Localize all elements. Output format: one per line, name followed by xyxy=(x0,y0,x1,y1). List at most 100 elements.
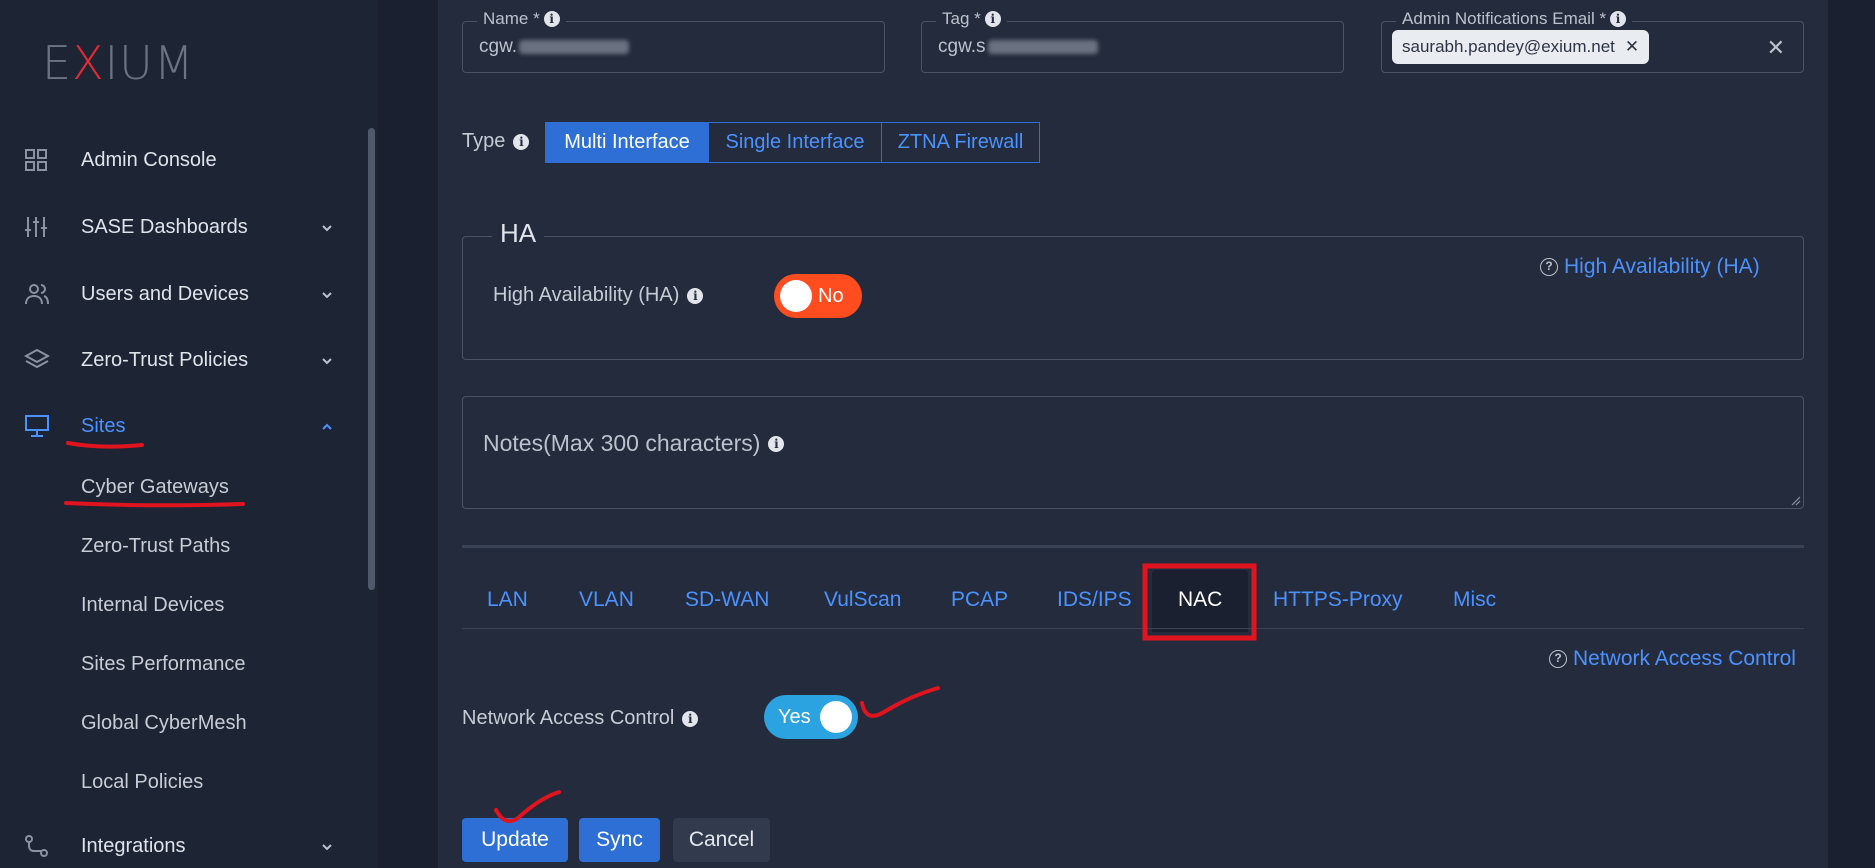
content-gutter-right xyxy=(1828,0,1875,868)
sidebar-item-label: Admin Console xyxy=(81,148,217,171)
chevron-down-icon xyxy=(322,844,332,851)
monitor-icon xyxy=(25,415,49,437)
logo-text-x: X xyxy=(72,36,105,90)
resize-handle-icon[interactable] xyxy=(1789,494,1801,506)
tag-field-label: Tag * i xyxy=(936,9,1007,29)
email-chip-text: saurabh.pandey@exium.net xyxy=(1402,37,1615,56)
name-field-label: Name * i xyxy=(477,9,566,29)
info-icon[interactable]: i xyxy=(513,133,530,150)
sidebar-subitem-sites-performance[interactable]: Sites Performance xyxy=(81,653,246,676)
toggle-knob xyxy=(820,701,852,733)
sidebar: EXIUM Admin Console SASE Dashboards User… xyxy=(0,0,378,868)
name-label-text: Name * xyxy=(483,9,540,28)
logo-text-e: E xyxy=(42,36,73,90)
name-value: cgw. xyxy=(479,36,630,58)
info-icon[interactable]: i xyxy=(984,11,1001,27)
tab-https-proxy[interactable]: HTTPS-Proxy xyxy=(1273,588,1403,612)
sidebar-subitem-cyber-gateways[interactable]: Cyber Gateways xyxy=(81,476,229,499)
users-icon xyxy=(25,284,49,305)
sidebar-item-integrations[interactable]: Integrations xyxy=(0,826,360,866)
info-icon[interactable]: i xyxy=(1610,11,1627,27)
tag-field[interactable]: Tag * i cgw.s xyxy=(921,9,1344,73)
type-label: Type i xyxy=(462,130,530,153)
tab-sd-wan[interactable]: SD-WAN xyxy=(685,588,769,612)
sidebar-subitem-internal-devices[interactable]: Internal Devices xyxy=(81,594,224,617)
chevron-down-icon xyxy=(322,292,332,299)
tab-vulscan[interactable]: VulScan xyxy=(824,588,901,612)
grid-icon xyxy=(25,149,47,171)
tab-vlan[interactable]: VLAN xyxy=(579,588,634,612)
notes-placeholder: Notes(Max 300 characters) i xyxy=(483,430,785,457)
help-circle-icon: ? xyxy=(1549,650,1567,668)
redacted-text xyxy=(519,39,630,54)
exium-logo[interactable]: EXIUM xyxy=(42,36,195,90)
tabs-underline xyxy=(462,628,1804,629)
clear-icon[interactable]: ✕ xyxy=(1767,35,1785,61)
nac-toggle[interactable]: Yes xyxy=(764,695,858,739)
sidebar-item-label: Users and Devices xyxy=(81,282,249,305)
ha-label-text: High Availability (HA) xyxy=(493,284,680,306)
sync-button[interactable]: Sync xyxy=(579,818,660,862)
chevron-up-icon xyxy=(322,423,332,430)
email-chip: saurabh.pandey@exium.net ✕ xyxy=(1392,30,1650,64)
sidebar-item-label: Zero-Trust Policies xyxy=(81,348,249,371)
tab-ids-ips[interactable]: IDS/IPS xyxy=(1057,588,1132,612)
content-gutter xyxy=(378,0,438,868)
ha-help-link[interactable]: ? High Availability (HA) xyxy=(1540,255,1760,279)
route-icon xyxy=(25,835,48,857)
ha-toggle[interactable]: No xyxy=(774,274,862,318)
info-icon[interactable]: i xyxy=(543,11,560,27)
nac-label-text: Network Access Control xyxy=(462,707,675,729)
nac-label: Network Access Control i xyxy=(462,707,699,730)
notes-textarea[interactable]: Notes(Max 300 characters) i xyxy=(462,396,1804,509)
sidebar-item-admin-console[interactable]: Admin Console xyxy=(0,140,360,180)
info-icon[interactable]: i xyxy=(682,710,699,727)
redacted-text xyxy=(987,39,1098,54)
sidebar-subitem-zero-trust-paths[interactable]: Zero-Trust Paths xyxy=(81,535,230,558)
sidebar-item-sase-dashboards[interactable]: SASE Dashboards xyxy=(0,207,360,247)
type-option-multi-interface[interactable]: Multi Interface xyxy=(545,122,709,163)
info-icon[interactable]: i xyxy=(768,435,785,452)
chevron-down-icon xyxy=(322,358,332,365)
section-divider xyxy=(462,545,1804,548)
nac-help-link[interactable]: ? Network Access Control xyxy=(1549,647,1796,671)
admin-email-field[interactable]: Admin Notifications Email * i saurabh.pa… xyxy=(1381,9,1804,73)
ha-help-link-text: High Availability (HA) xyxy=(1564,255,1760,278)
admin-email-field-label: Admin Notifications Email * i xyxy=(1396,9,1633,29)
nac-toggle-text: Yes xyxy=(778,706,811,728)
info-icon[interactable]: i xyxy=(687,287,704,304)
ha-toggle-text: No xyxy=(818,285,844,307)
name-value-text: cgw. xyxy=(479,36,518,57)
cancel-button[interactable]: Cancel xyxy=(673,818,770,862)
type-label-text: Type xyxy=(462,130,506,152)
ha-legend: HA xyxy=(492,218,545,249)
sidebar-item-zero-trust-policies[interactable]: Zero-Trust Policies xyxy=(0,340,360,380)
tab-nac[interactable]: NAC xyxy=(1178,588,1222,612)
toggle-knob xyxy=(780,280,812,312)
tag-value: cgw.s xyxy=(938,36,1098,58)
type-option-ztna-firewall[interactable]: ZTNA Firewall xyxy=(881,122,1040,163)
nac-help-link-text: Network Access Control xyxy=(1573,647,1796,670)
tab-pcap[interactable]: PCAP xyxy=(951,588,1008,612)
sidebar-scrollbar[interactable] xyxy=(368,128,375,590)
logo-text-ium: IUM xyxy=(104,36,195,90)
name-field[interactable]: Name * i cgw. xyxy=(462,9,885,73)
chip-remove-icon[interactable]: ✕ xyxy=(1625,37,1639,57)
tag-label-text: Tag * xyxy=(942,9,981,28)
sidebar-item-label: SASE Dashboards xyxy=(81,215,248,238)
admin-email-label-text: Admin Notifications Email * xyxy=(1402,9,1607,28)
sidebar-item-label: Integrations xyxy=(81,834,186,857)
type-option-single-interface[interactable]: Single Interface xyxy=(708,122,882,163)
tab-misc[interactable]: Misc xyxy=(1453,588,1496,612)
tag-value-text: cgw.s xyxy=(938,36,986,57)
sidebar-item-users-and-devices[interactable]: Users and Devices xyxy=(0,274,360,314)
sidebar-subitem-local-policies[interactable]: Local Policies xyxy=(81,771,203,794)
update-button[interactable]: Update xyxy=(462,818,568,862)
sidebar-subitem-global-cybermesh[interactable]: Global CyberMesh xyxy=(81,712,247,735)
notes-placeholder-text: Notes(Max 300 characters) xyxy=(483,430,761,456)
tab-lan[interactable]: LAN xyxy=(487,588,528,612)
chevron-down-icon xyxy=(322,225,332,232)
sidebar-item-sites[interactable]: Sites xyxy=(0,406,360,446)
sidebar-item-label: Sites xyxy=(81,414,126,437)
help-circle-icon: ? xyxy=(1540,258,1558,276)
